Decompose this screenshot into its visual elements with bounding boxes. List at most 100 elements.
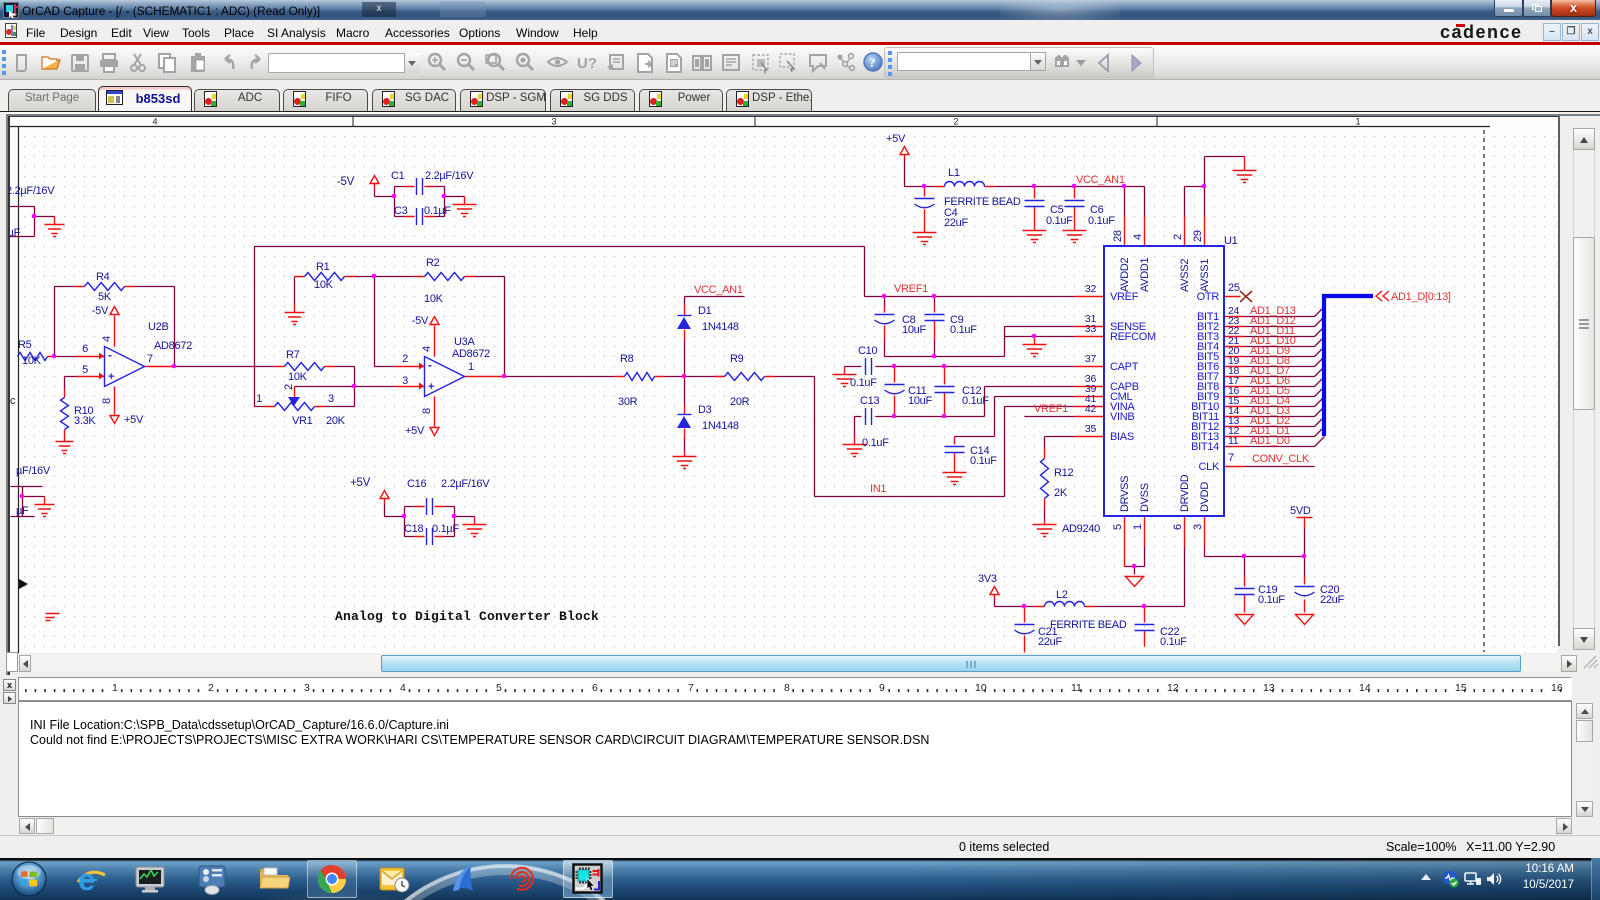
svg-text:5: 5 bbox=[82, 364, 88, 376]
svg-text:AVDD2: AVDD2 bbox=[1119, 257, 1131, 292]
svg-text:0.1µF: 0.1µF bbox=[432, 523, 459, 535]
svg-text:DVSS: DVSS bbox=[1139, 483, 1151, 512]
svg-text:1: 1 bbox=[256, 393, 262, 405]
svg-text:2: 2 bbox=[283, 384, 295, 390]
svg-text:-5V: -5V bbox=[337, 176, 355, 188]
svg-text:VCC_AN1: VCC_AN1 bbox=[694, 284, 743, 296]
svg-text:10K: 10K bbox=[314, 279, 334, 291]
svg-text:1: 1 bbox=[468, 361, 474, 373]
svg-text:-: - bbox=[428, 358, 432, 372]
svg-text:AD1_D[0:13]: AD1_D[0:13] bbox=[1391, 291, 1451, 303]
svg-text:8: 8 bbox=[421, 408, 433, 414]
svg-text:CONV_CLK: CONV_CLK bbox=[1252, 453, 1310, 465]
svg-text:0.1uF: 0.1uF bbox=[850, 377, 877, 389]
svg-text:VCC_AN1: VCC_AN1 bbox=[1076, 174, 1125, 186]
svg-text:-: - bbox=[108, 348, 112, 362]
svg-text:0.1uF: 0.1uF bbox=[1088, 215, 1115, 227]
svg-text:5VD: 5VD bbox=[1290, 505, 1311, 517]
svg-text:0.1uF: 0.1uF bbox=[962, 395, 989, 407]
svg-text:28: 28 bbox=[1112, 230, 1124, 242]
svg-text:22uF: 22uF bbox=[1320, 594, 1344, 606]
svg-text:4: 4 bbox=[152, 117, 157, 127]
svg-text:+5V: +5V bbox=[886, 133, 906, 145]
svg-text:REFCOM: REFCOM bbox=[1110, 331, 1156, 343]
svg-text:U3A: U3A bbox=[454, 336, 475, 348]
svg-text:11: 11 bbox=[1228, 435, 1239, 447]
svg-text:3.3K: 3.3K bbox=[74, 415, 96, 427]
svg-text:+5V: +5V bbox=[124, 414, 144, 426]
svg-text:D3: D3 bbox=[698, 404, 712, 416]
svg-text:AVDD1: AVDD1 bbox=[1139, 257, 1151, 292]
svg-text:AD8672: AD8672 bbox=[452, 348, 490, 360]
svg-text:1: 1 bbox=[1132, 524, 1144, 530]
svg-text:-5V: -5V bbox=[412, 315, 429, 327]
svg-text:22uF: 22uF bbox=[1038, 636, 1062, 648]
svg-text:VR1: VR1 bbox=[292, 415, 313, 427]
svg-text:7: 7 bbox=[1228, 452, 1234, 464]
svg-text:22uF: 22uF bbox=[944, 217, 968, 229]
svg-text:IN1: IN1 bbox=[870, 483, 886, 495]
svg-text:33: 33 bbox=[1085, 323, 1097, 335]
svg-text:37: 37 bbox=[1085, 353, 1097, 365]
svg-text:29: 29 bbox=[1192, 230, 1204, 242]
svg-text:0.1uF: 0.1uF bbox=[970, 455, 997, 467]
svg-text:U?: U? bbox=[577, 55, 597, 72]
svg-text:32: 32 bbox=[1085, 283, 1097, 295]
svg-text:BIT14: BIT14 bbox=[1191, 441, 1219, 453]
svg-text:-5V: -5V bbox=[92, 305, 109, 317]
svg-text:+: + bbox=[108, 371, 114, 383]
svg-text:2: 2 bbox=[402, 353, 408, 365]
svg-text:VREF1: VREF1 bbox=[894, 283, 928, 295]
svg-text:10uF: 10uF bbox=[908, 395, 932, 407]
svg-text:Analog to Digital Converter Bl: Analog to Digital Converter Block bbox=[335, 609, 599, 624]
svg-text:3: 3 bbox=[551, 117, 556, 127]
svg-text:0.1uF: 0.1uF bbox=[1046, 215, 1073, 227]
svg-text:3: 3 bbox=[402, 375, 408, 387]
svg-text:5: 5 bbox=[1112, 524, 1124, 530]
svg-text:R8: R8 bbox=[620, 353, 634, 365]
svg-text:L2: L2 bbox=[1056, 589, 1068, 601]
svg-text:10K: 10K bbox=[288, 371, 308, 383]
svg-text:BIAS: BIAS bbox=[1110, 431, 1134, 443]
svg-text:DRVDD: DRVDD bbox=[1179, 474, 1191, 512]
svg-text:R12: R12 bbox=[1054, 467, 1073, 479]
svg-text:2K: 2K bbox=[1054, 487, 1068, 499]
svg-text:R1: R1 bbox=[316, 261, 330, 273]
svg-text:3: 3 bbox=[1192, 524, 1204, 530]
svg-text:10K: 10K bbox=[22, 355, 42, 367]
svg-text:0.1uF: 0.1uF bbox=[862, 437, 889, 449]
svg-text:C18: C18 bbox=[404, 523, 423, 535]
svg-text:4: 4 bbox=[101, 336, 113, 342]
svg-text:2: 2 bbox=[953, 117, 958, 127]
svg-text:DRVSS: DRVSS bbox=[1119, 476, 1131, 512]
svg-text:R9: R9 bbox=[730, 353, 744, 365]
svg-text:2.2µF/16V: 2.2µF/16V bbox=[441, 478, 490, 490]
svg-text:C16: C16 bbox=[407, 478, 426, 490]
svg-text:L1: L1 bbox=[948, 167, 960, 179]
svg-text:R5: R5 bbox=[18, 339, 32, 351]
svg-text:CAPT: CAPT bbox=[1110, 361, 1139, 373]
svg-text:4: 4 bbox=[1132, 234, 1144, 240]
svg-text:6: 6 bbox=[82, 343, 88, 355]
svg-text:4: 4 bbox=[421, 346, 433, 352]
svg-text:1N4148: 1N4148 bbox=[702, 321, 739, 333]
svg-text:C1: C1 bbox=[391, 170, 405, 182]
svg-text:0.1uF: 0.1uF bbox=[1258, 594, 1285, 606]
svg-text:C13: C13 bbox=[860, 395, 879, 407]
svg-text:0.1µF: 0.1µF bbox=[424, 205, 451, 217]
svg-text:CLK: CLK bbox=[1199, 461, 1220, 473]
svg-text:µF/16V: µF/16V bbox=[16, 465, 51, 477]
svg-text:AD1_D0: AD1_D0 bbox=[1250, 435, 1290, 447]
svg-text:3V3: 3V3 bbox=[978, 573, 997, 585]
svg-text:U2B: U2B bbox=[148, 321, 169, 333]
svg-text:?: ? bbox=[869, 55, 876, 70]
svg-text:2.2µF/16V: 2.2µF/16V bbox=[425, 170, 474, 182]
svg-text:3: 3 bbox=[328, 393, 334, 405]
svg-text:C3: C3 bbox=[394, 205, 408, 217]
svg-text:DVDD: DVDD bbox=[1199, 482, 1211, 512]
svg-text:VINB: VINB bbox=[1110, 411, 1134, 423]
svg-text:30R: 30R bbox=[618, 396, 638, 408]
svg-text:0.1uF: 0.1uF bbox=[950, 324, 977, 336]
svg-text:10K: 10K bbox=[424, 293, 444, 305]
svg-text:+5V: +5V bbox=[350, 477, 371, 489]
